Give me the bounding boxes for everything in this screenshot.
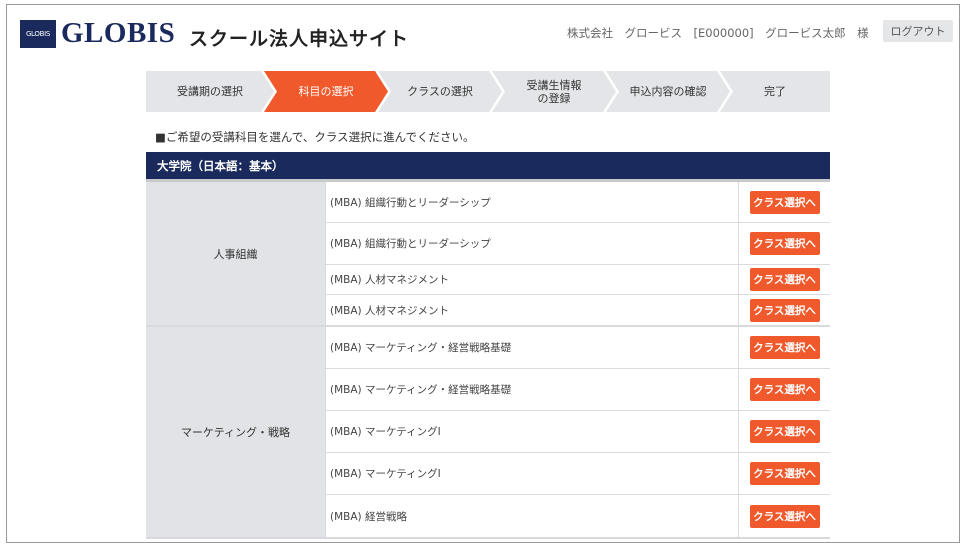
- course-group-marketing: マーケティング・戦略 (MBA) マーケティング・経営戦略基礎 クラス選択へ (…: [146, 327, 830, 539]
- class-select-button[interactable]: クラス選択へ: [749, 232, 820, 255]
- table-row: (MBA) マーケティングI クラス選択へ: [325, 453, 830, 495]
- step-student-registration: 受講生情報 の登録: [492, 71, 616, 112]
- progress-steps: 受講期の選択 科目の選択 クラスの選択 受講生情報 の登録 申込内容の確認 完了: [146, 71, 830, 112]
- course-name: (MBA) 組織行動とリーダーシップ: [325, 182, 738, 222]
- class-select-button[interactable]: クラス選択へ: [749, 504, 820, 528]
- class-select-button[interactable]: クラス選択へ: [749, 378, 820, 401]
- table-row: (MBA) 組織行動とリーダーシップ クラス選択へ: [325, 182, 830, 223]
- course-name: (MBA) マーケティング・経営戦略基礎: [325, 327, 738, 368]
- table-row: (MBA) マーケティング・経営戦略基礎 クラス選択へ: [325, 369, 830, 411]
- class-select-button[interactable]: クラス選択へ: [749, 336, 820, 359]
- globis-logo-icon: GLOBIS: [20, 20, 56, 48]
- logout-button[interactable]: ログアウト: [883, 20, 953, 42]
- user-info: 株式会社 グロービス [E000000] グロービス太郎 様: [567, 26, 869, 40]
- step-complete: 完了: [720, 71, 830, 112]
- class-select-button[interactable]: クラス選択へ: [749, 298, 820, 322]
- site-title: スクール法人申込サイト: [189, 28, 410, 50]
- course-table: 大学院（日本語：基本） 人事組織 (MBA) 組織行動とリーダーシップ クラス選…: [146, 152, 830, 539]
- course-name: (MBA) マーケティングI: [325, 453, 738, 494]
- page-frame: GLOBIS GLOBIS スクール法人申込サイト 株式会社 グロービス [E0…: [6, 4, 960, 543]
- table-row: (MBA) 経営戦略 クラス選択へ: [325, 495, 830, 537]
- step-confirmation: 申込内容の確認: [606, 71, 730, 112]
- course-group-hr: 人事組織 (MBA) 組織行動とリーダーシップ クラス選択へ (MBA) 組織行…: [146, 182, 830, 327]
- course-name: (MBA) マーケティング・経営戦略基礎: [325, 369, 738, 410]
- category-label: 人事組織: [146, 182, 325, 325]
- step-class-selection: クラスの選択: [378, 71, 502, 112]
- table-row: (MBA) 人材マネジメント クラス選択へ: [325, 265, 830, 295]
- class-select-button[interactable]: クラス選択へ: [749, 190, 820, 214]
- course-name: (MBA) 人材マネジメント: [325, 265, 738, 294]
- site-header: GLOBIS GLOBIS スクール法人申込サイト 株式会社 グロービス [E0…: [7, 5, 959, 65]
- course-name: (MBA) 人材マネジメント: [325, 295, 738, 325]
- table-row: (MBA) マーケティング・経営戦略基礎 クラス選択へ: [325, 327, 830, 369]
- table-row: (MBA) 組織行動とリーダーシップ クラス選択へ: [325, 223, 830, 265]
- step-subject-selection: 科目の選択: [264, 71, 388, 112]
- globis-logo-text[interactable]: GLOBIS: [61, 17, 175, 50]
- class-select-button[interactable]: クラス選択へ: [749, 462, 820, 485]
- category-label: マーケティング・戦略: [146, 327, 325, 537]
- table-row: (MBA) 人材マネジメント クラス選択へ: [325, 295, 830, 325]
- table-row: (MBA) マーケティングI クラス選択へ: [325, 411, 830, 453]
- course-name: (MBA) 経営戦略: [325, 495, 738, 537]
- step-term-selection: 受講期の選択: [146, 71, 274, 112]
- class-select-button[interactable]: クラス選択へ: [749, 268, 820, 291]
- section-header: 大学院（日本語：基本）: [146, 152, 830, 182]
- course-name: (MBA) マーケティングI: [325, 411, 738, 452]
- course-name: (MBA) 組織行動とリーダーシップ: [325, 223, 738, 264]
- class-select-button[interactable]: クラス選択へ: [749, 420, 820, 443]
- instruction-text: ■ご希望の受講科目を選んで、クラス選択に進んでください。: [155, 130, 475, 144]
